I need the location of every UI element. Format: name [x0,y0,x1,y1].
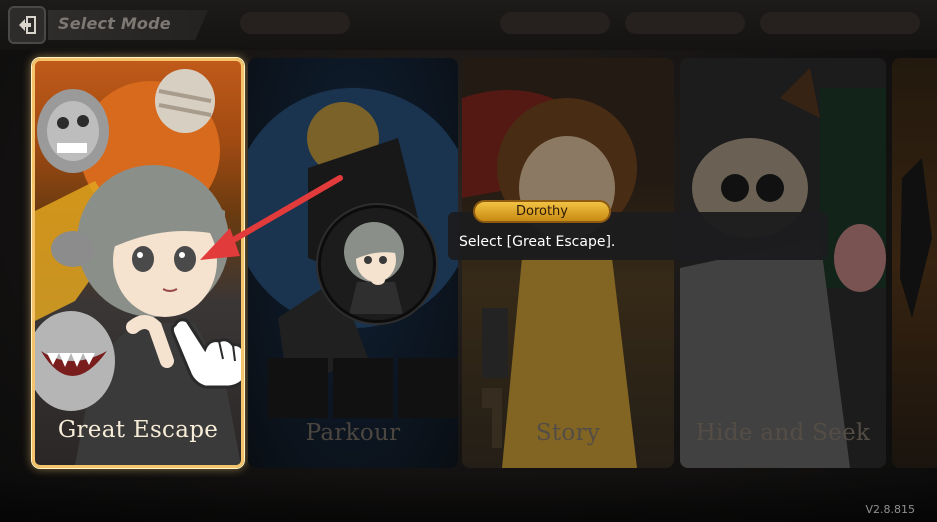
mode-label-parkour: Parkour [305,420,401,446]
story-artwork [462,90,637,468]
mode-label-hide-and-seek: Hide and Seek [695,420,871,446]
mode-label-story: Story [535,420,601,446]
top-decor-blur [625,12,745,34]
tutorial-hand-icon [170,318,241,389]
speaker-avatar [318,205,436,323]
mode-label-great-escape: Great Escape [57,417,219,443]
mode-select-screen: Select Mode Great Escape Parkour Story H… [0,0,937,522]
back-arrow-icon [19,16,36,34]
top-decor-blur [500,12,610,34]
mode-card-hide-and-seek[interactable]: Hide and Seek [680,58,886,468]
version-label: V2.8.815 [865,503,915,516]
speaker-name-tag: Dorothy [473,200,611,223]
top-decor-blur [240,12,350,34]
page-title: Select Mode [58,14,171,33]
mode-card-partial[interactable] [892,58,937,468]
partial-card-artwork [900,158,932,318]
mode-card-story[interactable]: Story [462,58,674,468]
top-decor-blur [760,12,920,34]
back-button[interactable] [8,6,46,44]
dialog-message: Select [Great Escape]. [459,234,616,250]
bottom-strip [0,472,937,522]
dorothy-portrait [321,208,427,314]
hide-and-seek-artwork [680,58,886,468]
